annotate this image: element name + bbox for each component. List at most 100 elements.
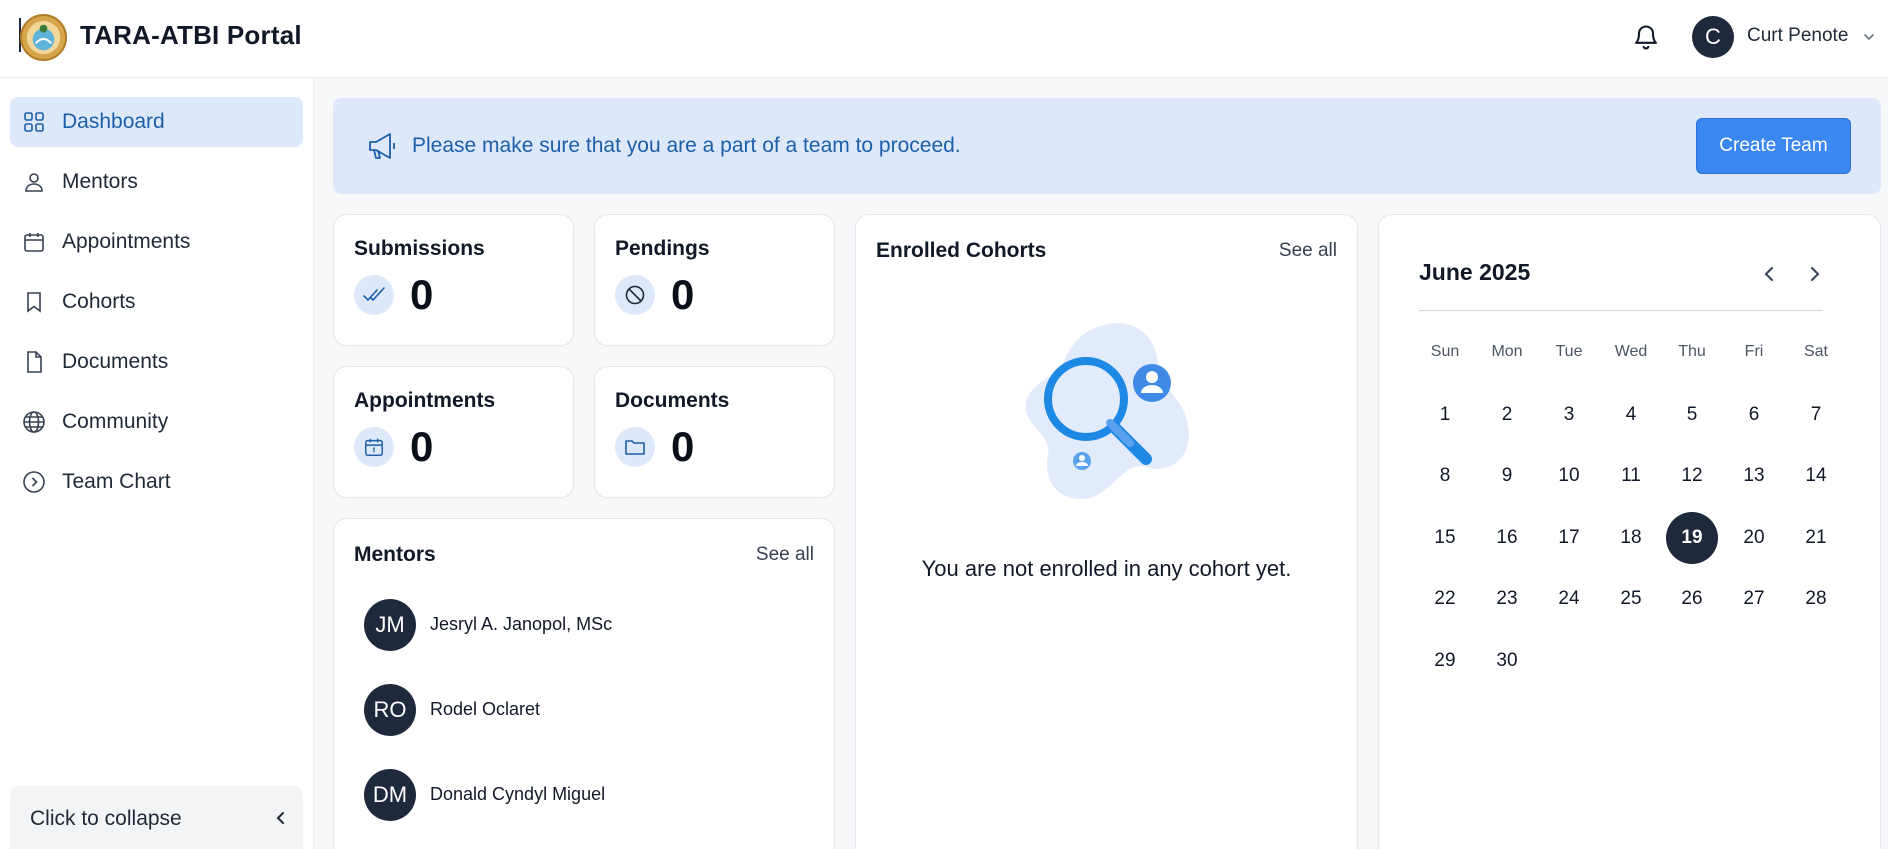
mentors-see-all-link[interactable]: See all bbox=[756, 544, 814, 566]
documents-card: Documents 0 bbox=[594, 366, 835, 498]
sidebar-item-documents[interactable]: Documents bbox=[10, 337, 303, 387]
calendar-day[interactable]: 1 bbox=[1419, 389, 1471, 441]
calendar-day[interactable]: 13 bbox=[1728, 450, 1780, 502]
user-avatar-initial: C bbox=[1705, 24, 1721, 49]
weekday-label: Fri bbox=[1744, 343, 1764, 360]
calendar-day[interactable]: 21 bbox=[1790, 512, 1842, 564]
list-item[interactable]: RO Rodel Oclaret bbox=[364, 684, 784, 736]
calendar-card: June 2025 Sun Mon Tue Wed Thu Fri Sat 1 2 3 4 5 6 7 8 9… bbox=[1378, 214, 1881, 849]
mentors-title: Mentors bbox=[354, 543, 436, 566]
document-icon bbox=[27, 351, 42, 373]
calendar-day[interactable]: 28 bbox=[1790, 573, 1842, 625]
sidebar-item-label: Community bbox=[62, 410, 169, 433]
calendar-day[interactable]: 3 bbox=[1543, 389, 1595, 441]
calendar-day[interactable]: 15 bbox=[1419, 512, 1471, 564]
cohorts-see-all-link[interactable]: See all bbox=[1279, 240, 1337, 262]
stat-title: Appointments bbox=[354, 389, 496, 412]
calendar-day[interactable]: 12 bbox=[1666, 450, 1718, 502]
portal-logo-icon bbox=[19, 13, 68, 62]
calendar-day[interactable]: 30 bbox=[1481, 635, 1533, 687]
calendar-day[interactable]: 2 bbox=[1481, 389, 1533, 441]
avatar: DM bbox=[364, 769, 416, 821]
user-avatar[interactable]: C bbox=[1692, 16, 1734, 58]
calendar-day[interactable]: 23 bbox=[1481, 573, 1533, 625]
sidebar-item-label: Cohorts bbox=[62, 290, 136, 313]
calendar-day[interactable]: 6 bbox=[1728, 389, 1780, 441]
sidebar-item-label: Dashboard bbox=[62, 110, 165, 133]
chevron-down-icon[interactable] bbox=[1862, 30, 1876, 44]
sidebar-item-label: Documents bbox=[62, 350, 169, 373]
calendar-day[interactable]: 10 bbox=[1543, 450, 1595, 502]
double-check-icon bbox=[354, 275, 394, 315]
calendar-day[interactable]: 9 bbox=[1481, 450, 1533, 502]
banner-message: Please make sure that you are a part of … bbox=[412, 134, 961, 157]
calendar-divider bbox=[1419, 310, 1823, 311]
chevron-left-icon[interactable] bbox=[1761, 265, 1779, 283]
calendar-day[interactable]: 26 bbox=[1666, 573, 1718, 625]
user-name[interactable]: Curt Penote bbox=[1747, 25, 1848, 47]
chevron-right-icon[interactable] bbox=[1805, 265, 1823, 283]
mentors-card: Mentors See all JM Jesryl A. Janopol, MS… bbox=[333, 518, 835, 849]
weekday-label: Mon bbox=[1491, 343, 1523, 360]
collapse-sidebar-button[interactable]: Click to collapse bbox=[10, 786, 303, 849]
calendar-day[interactable]: 5 bbox=[1666, 389, 1718, 441]
calendar-icon bbox=[354, 427, 394, 467]
collapse-label: Click to collapse bbox=[30, 807, 182, 830]
notification-bell-icon[interactable] bbox=[1632, 22, 1660, 52]
stat-title: Pendings bbox=[615, 237, 710, 260]
cohorts-empty-message: You are not enrolled in any cohort yet. bbox=[921, 556, 1292, 581]
calendar-day[interactable]: 11 bbox=[1605, 450, 1657, 502]
calendar-day-selected[interactable]: 19 bbox=[1666, 512, 1718, 564]
calendar-day[interactable]: 27 bbox=[1728, 573, 1780, 625]
calendar-day[interactable]: 17 bbox=[1543, 512, 1595, 564]
stat-title: Documents bbox=[615, 389, 730, 412]
calendar-month-title: June 2025 bbox=[1419, 259, 1531, 285]
weekday-label: Sun bbox=[1430, 343, 1460, 360]
pendings-card: Pendings 0 bbox=[594, 214, 835, 346]
avatar: JM bbox=[364, 599, 416, 651]
calendar-day[interactable]: 4 bbox=[1605, 389, 1657, 441]
create-team-button[interactable]: Create Team bbox=[1696, 118, 1851, 174]
calendar-day[interactable]: 16 bbox=[1481, 512, 1533, 564]
stat-title: Submissions bbox=[354, 237, 485, 260]
weekday-label: Sat bbox=[1803, 343, 1828, 360]
person-icon bbox=[25, 173, 43, 192]
calendar-day[interactable]: 14 bbox=[1790, 450, 1842, 502]
weekday-label: Wed bbox=[1614, 343, 1648, 360]
chevron-circle-icon bbox=[23, 471, 45, 493]
sidebar-item-appointments[interactable]: Appointments bbox=[10, 217, 303, 267]
sidebar-item-dashboard[interactable]: Dashboard bbox=[10, 97, 303, 147]
sidebar-item-label: Mentors bbox=[62, 170, 138, 193]
sidebar-item-mentors[interactable]: Mentors bbox=[10, 157, 303, 207]
list-item[interactable]: DM Donald Cyndyl Miguel bbox=[364, 769, 784, 821]
stat-value: 0 bbox=[410, 423, 434, 470]
sidebar-item-label: Team Chart bbox=[62, 470, 171, 493]
calendar-icon bbox=[24, 233, 44, 252]
calendar-day[interactable]: 7 bbox=[1790, 389, 1842, 441]
weekday-label: Thu bbox=[1678, 343, 1706, 360]
sidebar-item-community[interactable]: Community bbox=[10, 397, 303, 447]
calendar-day[interactable]: 20 bbox=[1728, 512, 1780, 564]
megaphone-icon bbox=[369, 133, 395, 159]
list-item[interactable]: JM Jesryl A. Janopol, MSc bbox=[364, 599, 784, 651]
avatar: RO bbox=[364, 684, 416, 736]
stat-value: 0 bbox=[671, 271, 695, 318]
enrolled-cohorts-card: Enrolled Cohorts See all You are not enr… bbox=[855, 214, 1358, 849]
stat-value: 0 bbox=[671, 423, 695, 470]
sidebar-item-cohorts[interactable]: Cohorts bbox=[10, 277, 303, 327]
team-notice-banner: Please make sure that you are a part of … bbox=[333, 98, 1881, 194]
calendar-day[interactable]: 22 bbox=[1419, 573, 1471, 625]
calendar-day[interactable]: 29 bbox=[1419, 635, 1471, 687]
sidebar-item-label: Appointments bbox=[62, 230, 191, 253]
calendar-day[interactable]: 8 bbox=[1419, 450, 1471, 502]
blocked-icon bbox=[615, 275, 655, 315]
stat-value: 0 bbox=[410, 271, 434, 318]
chevron-left-icon bbox=[276, 812, 284, 824]
calendar-day[interactable]: 25 bbox=[1605, 573, 1657, 625]
weekday-label: Tue bbox=[1555, 343, 1583, 360]
calendar-day[interactable]: 18 bbox=[1605, 512, 1657, 564]
submissions-card: Submissions 0 bbox=[333, 214, 574, 346]
calendar-day[interactable]: 24 bbox=[1543, 573, 1595, 625]
mentor-name: Donald Cyndyl Miguel bbox=[430, 784, 606, 804]
sidebar-item-team-chart[interactable]: Team Chart bbox=[10, 457, 303, 507]
